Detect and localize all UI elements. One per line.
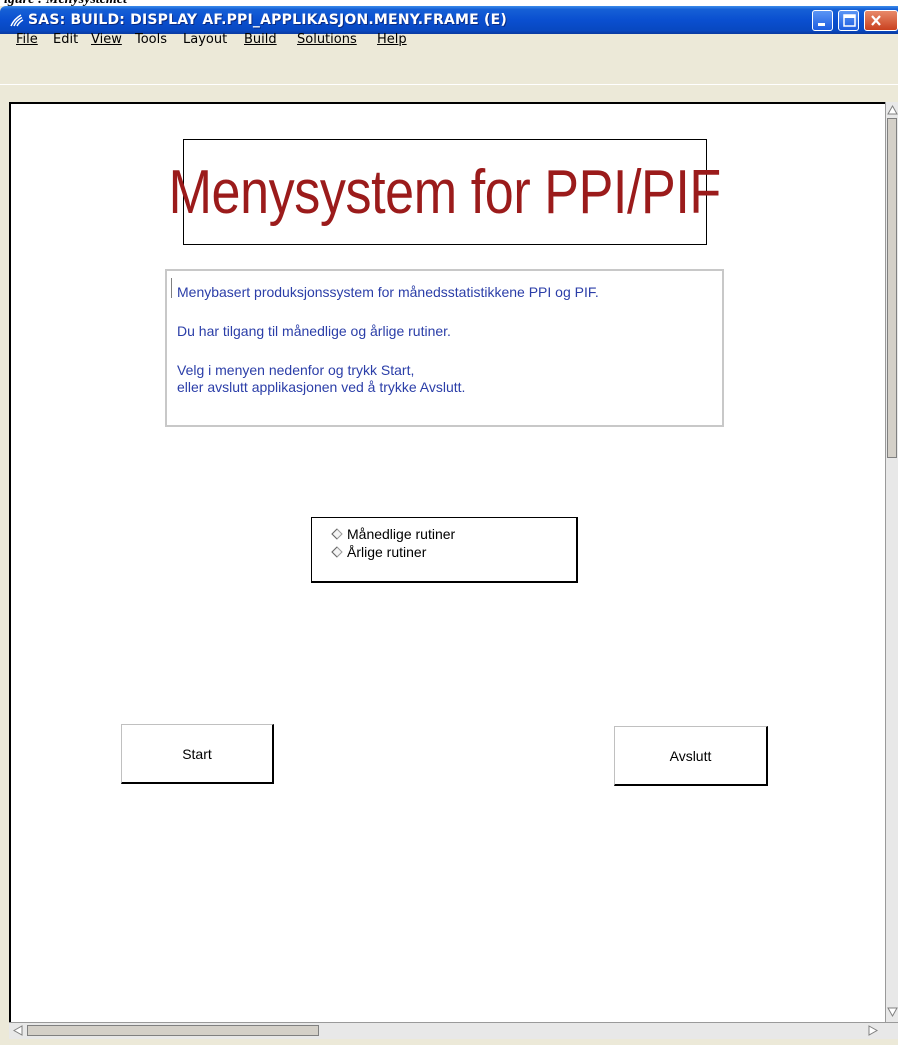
close-button[interactable]	[864, 10, 898, 31]
sas-app-icon	[10, 14, 24, 27]
exit-button[interactable]: Avslutt	[614, 726, 768, 786]
menu-solutions-label: Solutions	[297, 32, 357, 47]
radio-option-yearly[interactable]: Årlige rutiner	[312, 543, 576, 561]
info-line-4: eller avslutt applikasjonen ved å trykke…	[177, 379, 466, 395]
menu-build-label: Build	[244, 32, 277, 47]
menu-edit[interactable]: Edit	[53, 32, 78, 47]
menu-tools[interactable]: Tools	[135, 32, 167, 47]
exit-button-label: Avslutt	[669, 747, 712, 764]
menu-view[interactable]: View	[91, 32, 122, 47]
start-button-label: Start	[182, 745, 212, 762]
start-button[interactable]: Start	[121, 724, 274, 784]
menu-build[interactable]: Build	[244, 32, 277, 47]
scroll-right-icon[interactable]	[867, 1025, 879, 1036]
minimize-icon	[818, 23, 825, 26]
radio-option-monthly[interactable]: Månedlige rutiner	[312, 525, 576, 543]
menu-solutions[interactable]: Solutions	[297, 32, 357, 47]
scroll-down-icon[interactable]	[887, 1006, 898, 1018]
window-title: SAS: BUILD: DISPLAY AF.PPI_APPLIKASJON.M…	[28, 12, 507, 28]
radio-option-yearly-label: Årlige rutiner	[347, 544, 427, 560]
banner-title: Menysystem for PPI/PIF	[168, 157, 722, 227]
menu-layout[interactable]: Layout	[183, 32, 227, 47]
routine-radio-box: Månedlige rutiner Årlige rutiner	[311, 517, 578, 583]
menu-help-label: Help	[377, 32, 407, 47]
scroll-up-icon[interactable]	[887, 104, 898, 116]
menu-file-label: File	[16, 32, 38, 47]
menu-edit-label: Edit	[53, 32, 79, 47]
info-line-2: Du har tilgang til månedlige og årlige r…	[177, 323, 451, 339]
vertical-scroll-thumb[interactable]	[887, 118, 897, 458]
text-cursor-icon	[171, 278, 175, 298]
menu-layout-label: Layout	[183, 32, 228, 47]
info-line-1: Menybasert produksjonssystem for månedss…	[177, 284, 599, 300]
toolbar-strip	[0, 84, 898, 103]
close-icon	[871, 15, 881, 26]
scroll-left-icon[interactable]	[12, 1025, 24, 1036]
maximize-button[interactable]	[838, 10, 859, 31]
radio-option-monthly-label: Månedlige rutiner	[347, 526, 456, 542]
title-bar[interactable]: SAS: BUILD: DISPLAY AF.PPI_APPLIKASJON.M…	[0, 6, 898, 34]
banner-box: Menysystem for PPI/PIF	[169, 139, 722, 245]
horizontal-scrollbar[interactable]	[9, 1022, 898, 1039]
info-line-3: Velg i menyen nedenfor og trykk Start,	[177, 362, 415, 378]
diamond-radio-icon[interactable]	[331, 546, 343, 558]
diamond-radio-icon[interactable]	[331, 528, 343, 540]
menu-help[interactable]: Help	[377, 32, 407, 47]
menu-view-label: View	[91, 32, 122, 47]
menu-file[interactable]: File	[16, 32, 38, 47]
menu-tools-label: Tools	[135, 32, 168, 47]
horizontal-scroll-thumb[interactable]	[27, 1025, 319, 1036]
minimize-button[interactable]	[812, 10, 833, 31]
vertical-scrollbar[interactable]	[885, 102, 898, 1022]
info-textbox[interactable]: Menybasert produksjonssystem for månedss…	[165, 269, 724, 427]
maximize-icon	[843, 14, 856, 27]
